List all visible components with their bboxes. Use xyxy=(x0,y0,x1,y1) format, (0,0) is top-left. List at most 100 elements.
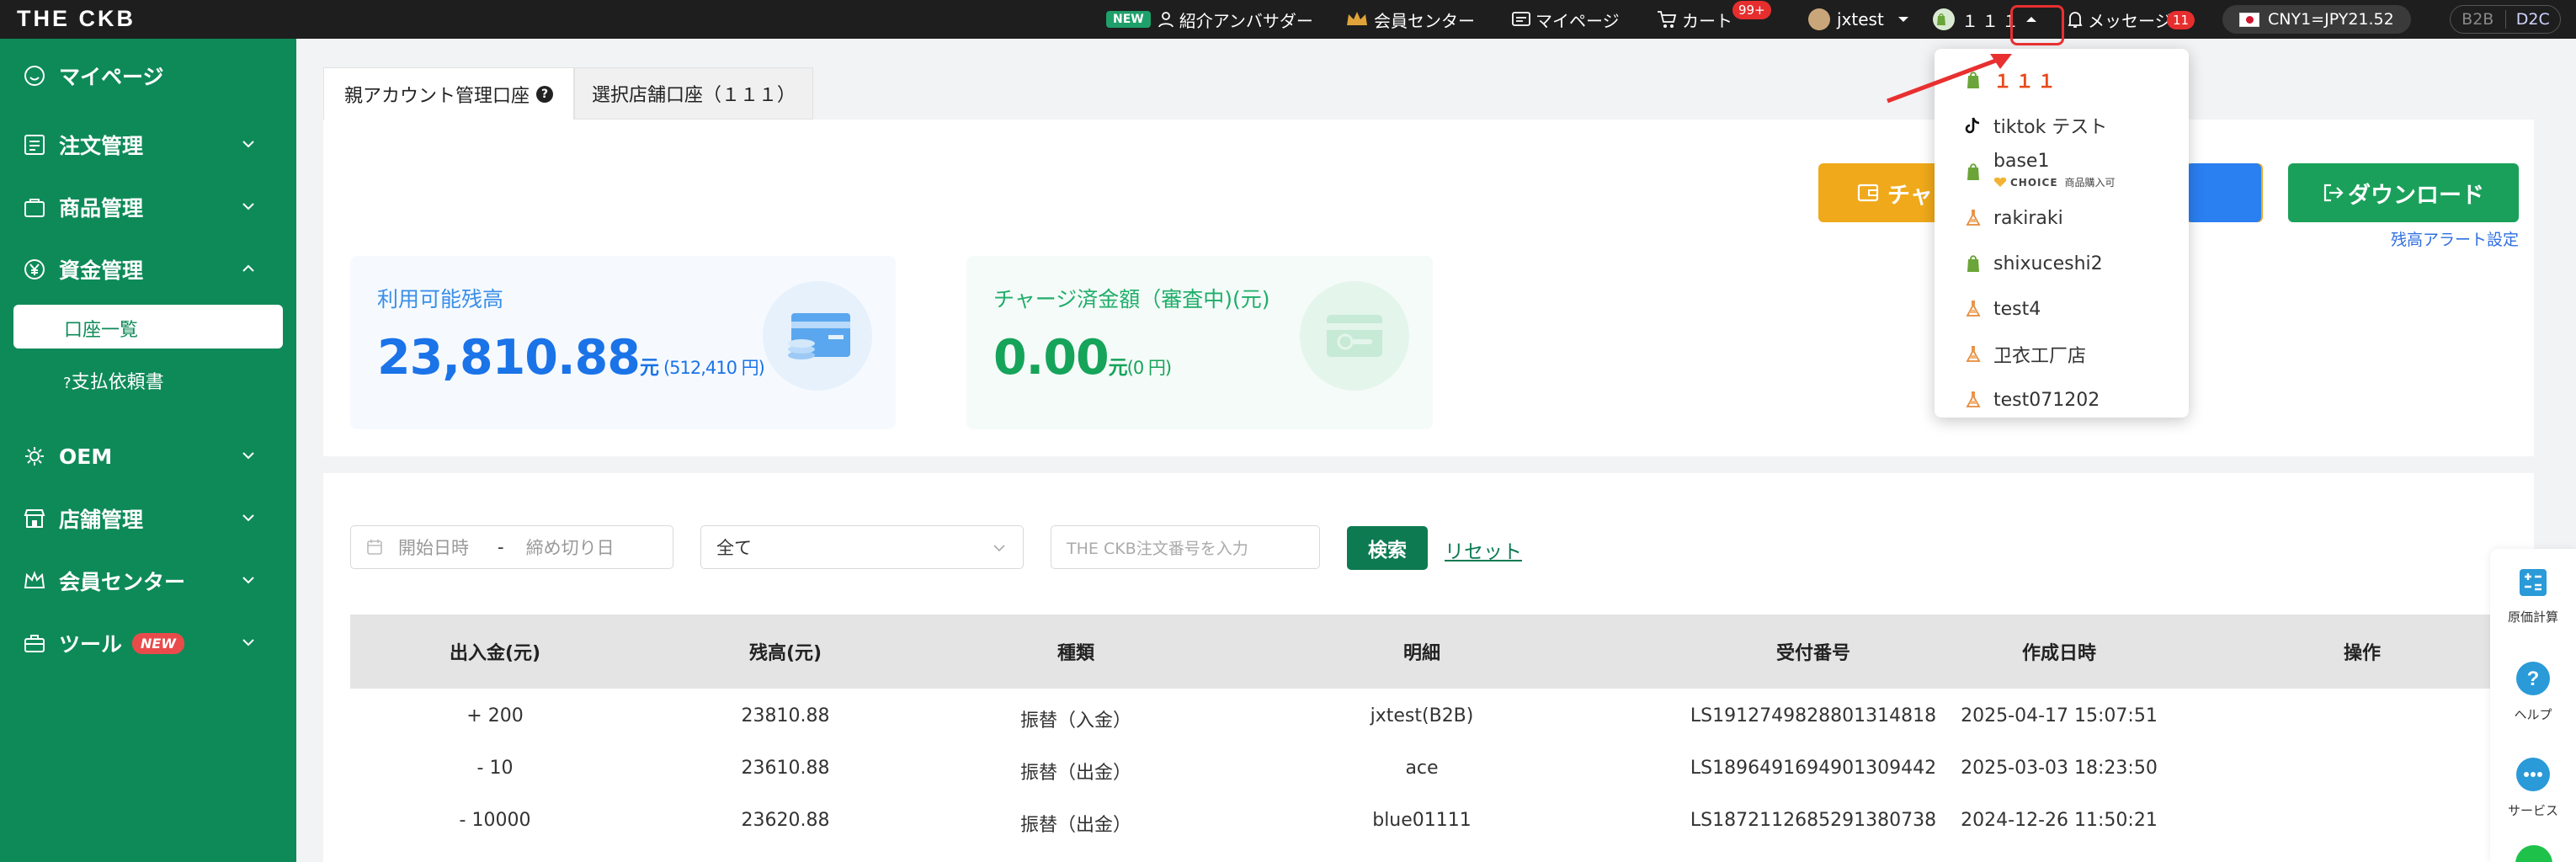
sidebar-item-funds[interactable]: 資金管理 xyxy=(24,253,143,286)
mode-d2c[interactable]: D2C xyxy=(2504,10,2561,29)
flask-icon xyxy=(1966,391,1981,407)
dropdown-item-shop[interactable]: rakiraki xyxy=(1965,205,2063,231)
caret-down-icon xyxy=(1897,17,1908,22)
tab-selected-store[interactable]: 選択店舗口座（１１１） xyxy=(574,67,813,120)
search-button[interactable]: 検索 xyxy=(1347,526,1428,570)
chevron-down-icon xyxy=(242,577,254,584)
choice-brand: CHOICE xyxy=(2010,176,2058,189)
mode-b2b[interactable]: B2B xyxy=(2451,10,2505,29)
sidebar-item-products[interactable]: 商品管理 xyxy=(24,190,143,224)
cell-balance: 23620.88 xyxy=(741,810,830,831)
svg-text:?: ? xyxy=(2527,668,2540,690)
sidebar-item-mypage[interactable]: マイページ xyxy=(24,59,164,93)
pending-charge-jpy: (0 円) xyxy=(1126,358,1172,378)
available-balance-amount: 23,810.88元 (512,410 円) xyxy=(377,330,765,386)
mode-toggle[interactable]: B2B D2C xyxy=(2450,5,2561,34)
member-center-link[interactable]: 会員センター xyxy=(1345,0,1475,39)
mypage-link[interactable]: マイページ xyxy=(1512,0,1620,39)
order-number-placeholder: THE CKB注文番号を入力 xyxy=(1067,539,1248,558)
order-list-icon xyxy=(24,135,45,155)
sidebar-subitem-payment-requests[interactable]: ?支払依頼書 xyxy=(63,367,164,394)
card-wallet-icon xyxy=(763,281,872,391)
shopify-icon xyxy=(1967,255,1979,272)
top-bar: THE CKB NEW 紹介アンバサダー 会員センター マイページ カート 99… xyxy=(0,0,2576,39)
action-button[interactable] xyxy=(2187,163,2261,222)
japan-flag-icon xyxy=(2239,12,2259,27)
column-header-type: 種類 xyxy=(1056,643,1095,664)
line-chat-icon[interactable] xyxy=(2515,845,2552,862)
end-date-placeholder[interactable]: 締め切り日 xyxy=(526,535,615,560)
sidebar-item-label: マイページ xyxy=(59,65,164,89)
dropdown-item-shop[interactable]: shixuceshi2 xyxy=(1965,251,2103,276)
column-header-created: 作成日時 xyxy=(2021,643,2097,664)
sidebar-item-member-center[interactable]: 会員センター xyxy=(24,564,185,598)
shop-selector[interactable]: １１１ xyxy=(1933,0,2022,39)
pending-charge-card: チャージ済金額（審査中)(元) 0.00元(0 円) xyxy=(966,256,1433,429)
sidebar-item-label: 資金管理 xyxy=(59,258,144,283)
dropdown-item-shop[interactable]: tiktok テスト xyxy=(1965,113,2107,138)
dropdown-item-label: tiktok テスト xyxy=(1993,117,2108,138)
start-date-placeholder[interactable]: 開始日時 xyxy=(398,535,469,560)
available-balance-jpy: (512,410 円) xyxy=(663,358,765,378)
sidebar-subitem-account-list[interactable]: 口座一覧 xyxy=(13,305,283,349)
available-balance-unit: 元 xyxy=(639,357,659,379)
currency-rate: CNY1=JPY21.52 xyxy=(2222,5,2411,34)
cell-created: 2025-03-03 18:23:50 xyxy=(1961,758,2158,779)
logo[interactable]: THE CKB xyxy=(17,6,136,32)
flask-icon xyxy=(1966,210,1981,226)
cell-details: blue01111 xyxy=(1372,810,1472,831)
pending-charge-unit: 元 xyxy=(1108,357,1128,379)
sidebar-item-orders[interactable]: 注文管理 xyxy=(24,128,143,162)
bell-icon xyxy=(2068,12,2083,28)
help-button[interactable]: ? ヘルプ xyxy=(2490,660,2576,723)
order-number-input[interactable]: THE CKB注文番号を入力 xyxy=(1051,525,1320,569)
ambassador-label: 紹介アンバサダー xyxy=(1179,10,1313,31)
dropdown-item-label: base1 xyxy=(1993,150,2050,172)
cart-icon xyxy=(1658,11,1677,28)
dropdown-item-shop[interactable]: base1 xyxy=(1965,148,2050,180)
dropdown-item-shop[interactable]: 卫衣工厂店 xyxy=(1965,342,2086,367)
shopify-icon xyxy=(1933,8,1955,30)
download-button[interactable]: ダウンロード xyxy=(2288,163,2519,222)
cell-reference: LS1896491694901309442 xyxy=(1690,758,1937,779)
cost-calculator-button[interactable]: 原価計算 xyxy=(2490,566,2576,625)
cart-link[interactable]: カート xyxy=(1657,0,1732,39)
tab-parent-account[interactable]: 親アカウント管理口座 ? xyxy=(323,67,574,120)
column-header-actions: 操作 xyxy=(2343,643,2382,664)
tool-label: 原価計算 xyxy=(2507,609,2558,625)
sidebar-item-label: ツール xyxy=(59,632,123,657)
cart-count-badge: 99+ xyxy=(1732,1,1771,19)
messages-link[interactable]: メッセージ xyxy=(2068,0,2172,39)
type-select[interactable]: 全て xyxy=(700,525,1024,569)
flask-icon xyxy=(1966,346,1981,362)
user-menu[interactable]: jxtest xyxy=(1808,0,1914,39)
new-tag: NEW xyxy=(1106,11,1151,28)
sidebar-item-oem[interactable]: OEM xyxy=(24,439,112,473)
crown-outline-icon xyxy=(24,571,45,588)
pending-charge-amount: 0.00元(0 円) xyxy=(993,330,1172,386)
sidebar-item-stores[interactable]: 店舗管理 xyxy=(24,502,143,535)
user-avatar xyxy=(1808,8,1830,30)
service-button[interactable]: サービス xyxy=(2490,756,2576,819)
cell-type: 振替（出金） xyxy=(1019,763,1132,784)
choice-text: 商品購入可 xyxy=(2064,177,2116,189)
reset-link[interactable]: リセット xyxy=(1445,535,1522,564)
currency-rate-text: CNY1=JPY21.52 xyxy=(2268,10,2394,29)
dropdown-item-label: shixuceshi2 xyxy=(1993,253,2103,274)
help-icon[interactable]: ? xyxy=(536,85,553,103)
wallet-icon xyxy=(1857,184,1879,202)
gear-icon xyxy=(25,447,44,466)
dropdown-item-label: test4 xyxy=(1993,298,2041,320)
balance-alert-settings-link[interactable]: 残高アラート設定 xyxy=(2391,227,2519,250)
dropdown-item-shop[interactable]: test071202 xyxy=(1965,387,2100,412)
date-range-picker[interactable]: 開始日時 - 締め切り日 xyxy=(350,525,673,569)
ambassador-link[interactable]: NEW 紹介アンバサダー xyxy=(1106,0,1313,39)
sidebar-item-tools[interactable]: ツール NEW xyxy=(24,626,184,660)
bag-icon xyxy=(24,199,45,217)
chevron-up-icon xyxy=(242,264,254,272)
id-card-icon xyxy=(1512,12,1530,26)
cell-details: ace xyxy=(1405,758,1439,779)
dropdown-item-shop[interactable]: test4 xyxy=(1965,296,2041,322)
shopify-icon xyxy=(1967,163,1979,180)
highlight-annotation xyxy=(2010,5,2064,45)
